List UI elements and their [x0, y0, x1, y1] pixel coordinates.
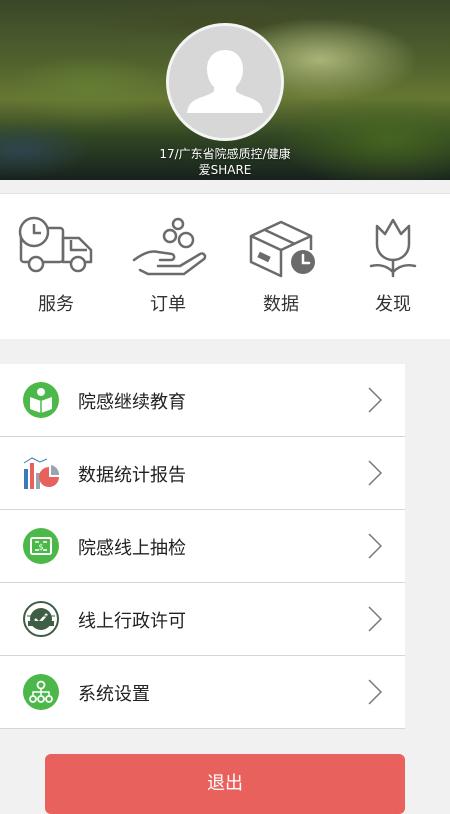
org-name-line2: 爱SHARE — [198, 163, 252, 177]
svg-text:$: $ — [38, 543, 43, 552]
quick-action-label: 发现 — [375, 294, 411, 315]
menu-item-label: 院感线上抽检 — [78, 538, 186, 559]
money-bill-icon: $ — [23, 528, 59, 564]
org-name-line1: 17/广东省院感质控/健康 — [159, 147, 291, 161]
chevron-right-icon — [368, 533, 383, 559]
delivery-truck-clock-icon — [18, 216, 93, 273]
menu-item-label: 数据统计报告 — [78, 465, 186, 486]
network-hierarchy-icon — [23, 674, 59, 710]
user-silhouette-icon — [169, 26, 281, 138]
quick-action-discover[interactable]: 发现 — [337, 194, 449, 339]
avatar[interactable] — [166, 23, 284, 141]
profile-header: 17/广东省院感质控/健康 爱SHARE — [0, 0, 450, 180]
hand-coins-icon — [132, 217, 207, 276]
menu-item-online-inspection[interactable]: $ 院感线上抽检 — [0, 510, 405, 583]
quick-action-label: 数据 — [263, 294, 299, 315]
quick-action-label: 订单 — [150, 294, 186, 315]
quick-action-order[interactable]: 订单 — [112, 194, 224, 339]
quick-action-label: 服务 — [38, 294, 74, 315]
book-reader-icon — [23, 382, 59, 418]
quick-action-service[interactable]: 服务 — [0, 194, 112, 339]
bar-pie-chart-icon — [23, 457, 59, 489]
menu-item-statistics-report[interactable]: 数据统计报告 — [0, 437, 405, 510]
menu-item-system-settings[interactable]: 系统设置 — [0, 656, 405, 729]
menu-item-label: 院感继续教育 — [78, 392, 186, 413]
quick-action-data[interactable]: 数据 — [225, 194, 337, 339]
chevron-right-icon — [368, 460, 383, 486]
menu-list: 院感继续教育 数据统计报告 $ 院感线上抽检 线上行政许可 系统设置 — [0, 364, 405, 729]
chevron-right-icon — [368, 679, 383, 705]
menu-item-label: 线上行政许可 — [78, 611, 186, 632]
tulip-icon — [369, 218, 417, 278]
chevron-right-icon — [368, 606, 383, 632]
quick-actions-bar: 服务 订单 数据 发现 — [0, 193, 450, 339]
menu-item-label: 系统设置 — [78, 684, 150, 705]
menu-item-administrative-license[interactable]: 线上行政许可 — [0, 583, 405, 656]
chevron-right-icon — [368, 387, 383, 413]
menu-item-continuing-education[interactable]: 院感继续教育 — [0, 364, 405, 437]
org-name: 17/广东省院感质控/健康 爱SHARE — [0, 146, 450, 178]
quality-assurance-badge-icon — [23, 601, 59, 637]
box-clock-icon — [249, 220, 315, 278]
logout-button[interactable]: 退出 — [45, 754, 405, 814]
